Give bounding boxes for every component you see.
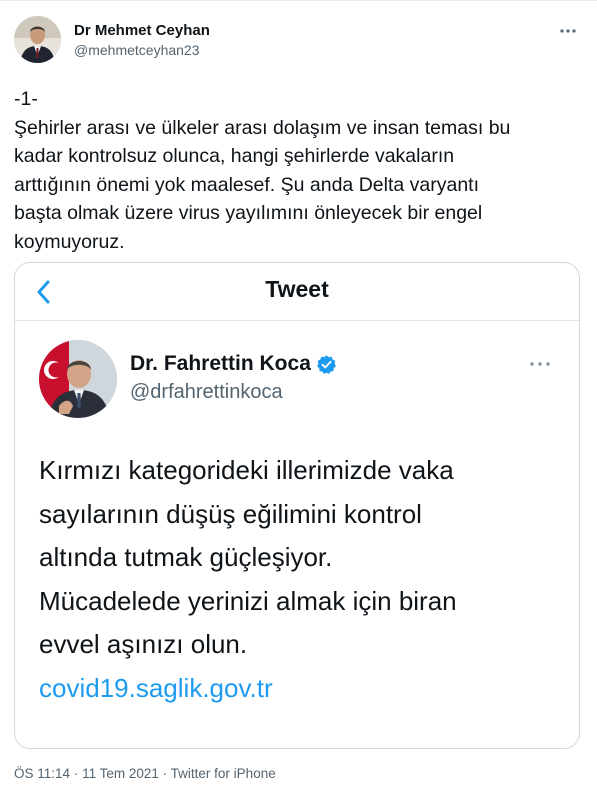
tweet-source[interactable]: Twitter for iPhone <box>171 766 276 781</box>
embedded-text-line: evvel aşınızı olun. <box>39 629 248 659</box>
embedded-more-icon <box>527 357 553 371</box>
tweet-header: Dr Mehmet Ceyhan @mehmetceyhan23 <box>14 14 584 66</box>
embedded-text-line: Mücadelede yerinizi almak için biran <box>39 585 457 616</box>
author-handle[interactable]: @mehmetceyhan23 <box>74 42 200 58</box>
tweet-text-line: kadar kontrolsuz olunca, hangi şehirlerd… <box>14 145 455 168</box>
embedded-avatar-photo <box>39 340 117 418</box>
tweet-text-line: koymuyoruz. <box>14 230 125 253</box>
tweet-text-line: Şehirler arası ve ülkeler arası dolaşım … <box>14 116 511 139</box>
meta-separator: · <box>73 766 79 781</box>
tweet-text: -1- Şehirler arası ve ülkeler arası dola… <box>14 85 586 257</box>
avatar[interactable] <box>14 16 61 63</box>
tweet-date[interactable]: 11 Tem 2021 <box>82 766 159 781</box>
verified-badge-icon <box>316 354 337 375</box>
more-horizontal-icon <box>560 29 576 33</box>
embedded-text-line: sayılarının düşüş eğilimini kontrol <box>39 498 422 529</box>
embedded-author-handle: @drfahrettinkoca <box>130 381 283 403</box>
tweet-text-line: arttığının önemi yok maalesef. Şu anda D… <box>14 173 480 196</box>
embedded-nav-title: Tweet <box>265 276 329 302</box>
embedded-nav-bar: Tweet <box>15 263 579 321</box>
meta-separator: · <box>162 766 168 781</box>
more-options-button[interactable] <box>556 22 580 40</box>
tweet-time[interactable]: ÖS 11:14 <box>14 766 70 781</box>
embedded-author-row: Dr. Fahrettin Koca <box>130 352 337 376</box>
embedded-tweet-text: Kırmızı kategorideki illerimizde vaka sa… <box>39 449 559 710</box>
tweet-metadata: ÖS 11:14 · 11 Tem 2021 · Twitter for iPh… <box>14 766 276 781</box>
author-name[interactable]: Dr Mehmet Ceyhan <box>74 22 210 39</box>
tweet-text-line: başta olmak üzere virus yayılımını önley… <box>14 202 483 225</box>
embedded-text-line: altında tutmak güçleşiyor. <box>39 542 333 572</box>
tweet-text-line: -1- <box>14 88 38 110</box>
embedded-link: covid19.saglik.gov.tr <box>39 672 273 703</box>
attached-screenshot[interactable]: Tweet Dr. Fahrettin Koca @drfahrettinkoc… <box>14 262 580 749</box>
embedded-text-line: Kırmızı kategorideki illerimizde vaka <box>39 455 454 485</box>
embedded-avatar <box>39 340 117 418</box>
top-divider <box>0 0 597 1</box>
avatar-photo <box>14 16 61 63</box>
embedded-author-name: Dr. Fahrettin Koca <box>130 352 311 375</box>
